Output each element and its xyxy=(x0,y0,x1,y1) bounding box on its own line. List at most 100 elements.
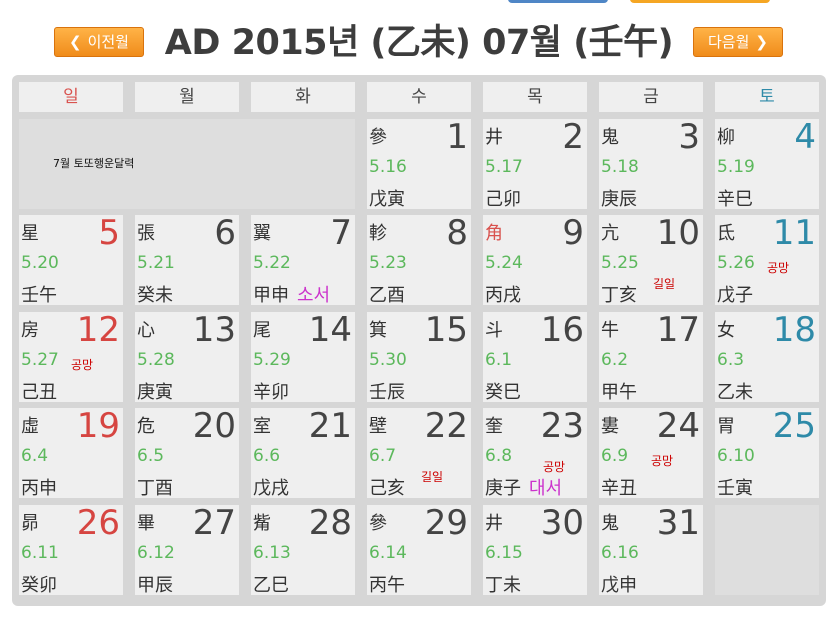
day-cell[interactable]: 軫 8 5.23 乙酉 xyxy=(367,213,471,306)
lunar-date: 5.17 xyxy=(485,157,523,177)
day-number: 5 xyxy=(98,213,120,253)
day-number: 16 xyxy=(540,310,584,350)
day-cell[interactable]: 畢 27 6.12 甲辰 xyxy=(135,503,239,596)
day-ganji: 戊寅 xyxy=(369,189,405,210)
day-ganji: 戊戌 xyxy=(253,478,289,499)
day-ganji: 乙未 xyxy=(717,382,753,403)
lunar-mansion: 鬼 xyxy=(601,127,619,148)
day-ganji: 壬辰 xyxy=(369,382,405,403)
lunar-mansion: 奎 xyxy=(485,416,503,437)
day-cell[interactable]: 觜 28 6.13 乙巳 xyxy=(251,503,355,596)
day-ganji: 辛巳 xyxy=(717,189,753,210)
day-ganji: 庚辰 xyxy=(601,189,637,210)
day-ganji: 丁亥 xyxy=(601,285,637,306)
day-cell[interactable]: 參 1 5.16 戊寅 xyxy=(367,117,471,210)
day-number: 9 xyxy=(562,213,584,253)
day-number: 25 xyxy=(772,406,816,446)
day-cell[interactable]: 婁 24 6.9 辛丑 공망 xyxy=(599,406,703,499)
day-number: 1 xyxy=(446,117,468,157)
day-number: 22 xyxy=(424,406,468,446)
lunar-date: 6.10 xyxy=(717,446,755,466)
day-number: 4 xyxy=(794,117,816,157)
lunar-mansion: 胃 xyxy=(717,416,735,437)
day-cell[interactable]: 室 21 6.6 戊戌 xyxy=(251,406,355,499)
day-ganji: 乙巳 xyxy=(253,575,289,596)
day-ganji: 庚寅 xyxy=(137,382,173,403)
day-cell[interactable]: 參 29 6.14 丙午 xyxy=(367,503,471,596)
lunar-date: 5.28 xyxy=(137,350,175,370)
day-number: 15 xyxy=(424,310,468,350)
weekday-header: 금 xyxy=(599,82,703,112)
lunar-mansion: 井 xyxy=(485,513,503,534)
day-cell[interactable]: 虛 19 6.4 丙申 xyxy=(19,406,123,499)
lunar-mansion: 畢 xyxy=(137,513,155,534)
day-cell[interactable]: 胃 25 6.10 壬寅 xyxy=(715,406,819,499)
day-number: 24 xyxy=(656,406,700,446)
day-number: 23 xyxy=(540,406,584,446)
day-cell[interactable]: 角 9 5.24 丙戌 xyxy=(483,213,587,306)
chevron-right-icon: ❯ xyxy=(755,33,768,51)
day-cell[interactable]: 箕 15 5.30 壬辰 xyxy=(367,310,471,403)
lunar-date: 5.27 xyxy=(21,350,59,370)
day-cell[interactable]: 壁 22 6.7 己亥 길일 xyxy=(367,406,471,499)
day-cell[interactable]: 柳 4 5.19 辛巳 xyxy=(715,117,819,210)
next-month-button[interactable]: 다음월 ❯ xyxy=(693,27,783,57)
day-tag-badge: 공망 xyxy=(71,358,94,372)
day-cell[interactable]: 奎 23 6.8 庚子 공망 대서 xyxy=(483,406,587,499)
lunar-date: 6.8 xyxy=(485,446,513,466)
lunar-mansion: 壁 xyxy=(369,416,387,437)
day-number: 3 xyxy=(678,117,700,157)
lunar-date: 6.13 xyxy=(253,543,291,563)
lunar-mansion: 尾 xyxy=(253,320,271,341)
day-cell[interactable]: 氐 11 5.26 戊子 공망 xyxy=(715,213,819,306)
lunar-mansion: 鬼 xyxy=(601,513,619,534)
lunar-date: 6.4 xyxy=(21,446,49,466)
day-cell[interactable]: 鬼 3 5.18 庚辰 xyxy=(599,117,703,210)
day-cell[interactable]: 危 20 6.5 丁酉 xyxy=(135,406,239,499)
weekday-header: 수 xyxy=(367,82,471,112)
day-cell[interactable]: 井 2 5.17 己卯 xyxy=(483,117,587,210)
lunar-mansion: 軫 xyxy=(369,223,387,244)
lunar-mansion: 柳 xyxy=(717,127,735,148)
day-cell[interactable]: 亢 10 5.25 丁亥 길일 xyxy=(599,213,703,306)
day-ganji: 辛卯 xyxy=(253,382,289,403)
day-cell[interactable]: 斗 16 6.1 癸巳 xyxy=(483,310,587,403)
lunar-mansion: 氐 xyxy=(717,223,735,244)
lunar-mansion: 昴 xyxy=(21,513,39,534)
day-ganji: 戊申 xyxy=(601,575,637,596)
top-tab-stub[interactable] xyxy=(630,0,770,3)
prev-month-button[interactable]: ❮ 이전월 xyxy=(54,27,144,57)
day-cell[interactable]: 井 30 6.15 丁未 xyxy=(483,503,587,596)
day-ganji: 癸未 xyxy=(137,285,173,306)
day-tag-badge: 공망 xyxy=(543,460,566,474)
day-cell[interactable]: 心 13 5.28 庚寅 xyxy=(135,310,239,403)
day-cell[interactable]: 牛 17 6.2 甲午 xyxy=(599,310,703,403)
lunar-date: 5.25 xyxy=(601,253,639,273)
day-cell[interactable]: 尾 14 5.29 辛卯 xyxy=(251,310,355,403)
day-ganji: 甲辰 xyxy=(137,575,173,596)
day-cell[interactable]: 翼 7 5.22 甲申 소서 xyxy=(251,213,355,306)
lunar-mansion: 張 xyxy=(137,223,155,244)
day-cell[interactable]: 房 12 5.27 己丑 공망 xyxy=(19,310,123,403)
prev-month-label: 이전월 xyxy=(87,33,129,51)
day-cell[interactable]: 女 18 6.3 乙未 xyxy=(715,310,819,403)
top-tab-stub[interactable] xyxy=(508,0,608,3)
day-tag-badge: 길일 xyxy=(421,470,444,484)
day-number: 8 xyxy=(446,213,468,253)
day-number: 28 xyxy=(308,503,352,543)
lunar-date: 6.16 xyxy=(601,543,639,563)
day-cell[interactable]: 昴 26 6.11 癸卯 xyxy=(19,503,123,596)
day-ganji: 丁未 xyxy=(485,575,521,596)
day-ganji: 壬午 xyxy=(21,285,57,306)
lunar-date: 6.2 xyxy=(601,350,629,370)
empty-cell xyxy=(715,505,819,595)
lunar-date: 5.22 xyxy=(253,253,291,273)
day-cell[interactable]: 鬼 31 6.16 戊申 xyxy=(599,503,703,596)
lunar-date: 6.1 xyxy=(485,350,513,370)
day-cell[interactable]: 張 6 5.21 癸未 xyxy=(135,213,239,306)
day-cell[interactable]: 星 5 5.20 壬午 xyxy=(19,213,123,306)
lunar-mansion: 亢 xyxy=(601,223,619,244)
lunar-mansion: 牛 xyxy=(601,320,619,341)
lunar-date: 5.30 xyxy=(369,350,407,370)
day-number: 14 xyxy=(308,310,352,350)
